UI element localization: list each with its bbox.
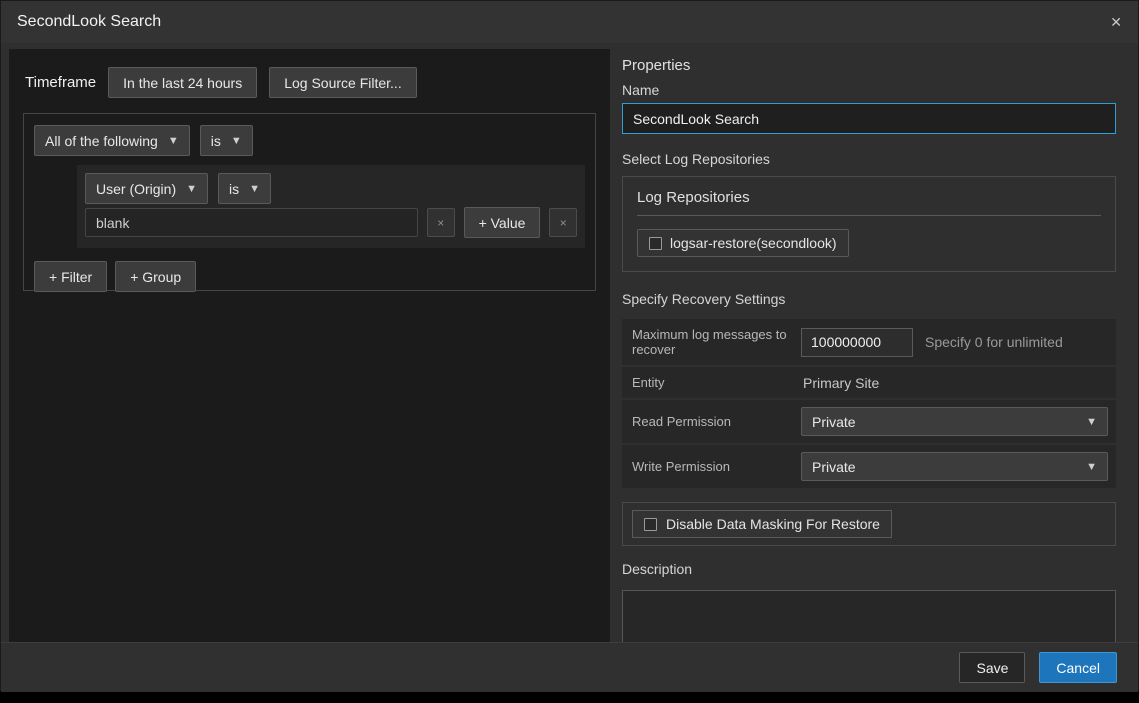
table-row: Write Permission Private ▼	[622, 445, 1116, 488]
data-masking-checkbox[interactable]	[644, 518, 657, 531]
log-repositories-header: Log Repositories	[637, 189, 1101, 216]
add-group-button[interactable]: + Group	[115, 261, 196, 292]
name-input[interactable]	[622, 103, 1116, 134]
group-condition-dropdown[interactable]: is ▼	[200, 125, 253, 156]
repo-list-item[interactable]: logsar-restore(secondlook)	[637, 229, 849, 257]
secondlook-search-dialog: SecondLook Search ✕ Timeframe In the las…	[0, 0, 1139, 691]
field-label: User (Origin)	[96, 181, 176, 197]
chevron-down-icon: ▼	[1086, 461, 1097, 473]
group-operator-dropdown[interactable]: All of the following ▼	[34, 125, 190, 156]
chevron-down-icon: ▼	[1086, 416, 1097, 428]
write-permission-cell: Private ▼	[797, 445, 1116, 488]
table-row: Maximum log messages to recover Specify …	[622, 319, 1116, 365]
dialog-title: SecondLook Search	[17, 13, 161, 31]
select-repos-label: Select Log Repositories	[622, 151, 1116, 167]
timeframe-label: Timeframe	[25, 74, 96, 91]
chevron-down-icon: ▼	[249, 183, 260, 195]
filter-actions: + Filter + Group	[34, 261, 585, 292]
group-operator-label: All of the following	[45, 133, 158, 149]
cancel-button[interactable]: Cancel	[1039, 652, 1117, 683]
data-masking-box: Disable Data Masking For Restore	[622, 502, 1116, 546]
description-label: Description	[622, 561, 1116, 577]
write-permission-dropdown[interactable]: Private ▼	[801, 452, 1108, 481]
chevron-down-icon: ▼	[168, 135, 179, 147]
repo-checkbox[interactable]	[649, 237, 662, 250]
repo-label: logsar-restore(secondlook)	[670, 235, 837, 251]
read-permission-value: Private	[812, 414, 856, 430]
max-messages-input[interactable]	[801, 328, 913, 357]
add-value-button[interactable]: + Value	[464, 207, 541, 238]
close-icon[interactable]: ✕	[1110, 15, 1122, 29]
read-permission-dropdown[interactable]: Private ▼	[801, 407, 1108, 436]
log-source-filter-button[interactable]: Log Source Filter...	[269, 67, 417, 98]
data-masking-label: Disable Data Masking For Restore	[666, 516, 880, 532]
dialog-footer: Save Cancel	[1, 642, 1138, 692]
recovery-settings-label: Specify Recovery Settings	[622, 291, 1116, 307]
title-bar: SecondLook Search ✕	[1, 1, 1138, 43]
max-messages-label: Maximum log messages to recover	[622, 319, 797, 365]
read-permission-label: Read Permission	[622, 400, 797, 443]
group-condition-label: is	[211, 133, 221, 149]
entity-label: Entity	[622, 367, 797, 398]
add-filter-button[interactable]: + Filter	[34, 261, 107, 292]
entity-value: Primary Site	[801, 375, 879, 391]
disable-data-masking-option[interactable]: Disable Data Masking For Restore	[632, 510, 892, 538]
query-builder-panel: Timeframe In the last 24 hours Log Sourc…	[9, 49, 610, 642]
filter-value-input[interactable]	[85, 208, 418, 237]
timeframe-row: Timeframe In the last 24 hours Log Sourc…	[9, 49, 610, 98]
filter-rule: User (Origin) ▼ is ▼ × + Value ×	[77, 165, 585, 248]
table-row: Read Permission Private ▼	[622, 400, 1116, 443]
filter-rule-value-row: × + Value ×	[85, 207, 577, 238]
filter-rule-header: User (Origin) ▼ is ▼	[85, 173, 577, 204]
filter-group-header: All of the following ▼ is ▼	[34, 125, 585, 156]
chevron-down-icon: ▼	[231, 135, 242, 147]
table-row: Entity Primary Site	[622, 367, 1116, 398]
chevron-down-icon: ▼	[186, 183, 197, 195]
field-dropdown[interactable]: User (Origin) ▼	[85, 173, 208, 204]
write-permission-value: Private	[812, 459, 856, 475]
remove-value-button[interactable]: ×	[427, 208, 455, 237]
filter-group-box: All of the following ▼ is ▼ User (Origin…	[23, 113, 596, 291]
log-repositories-box: Log Repositories logsar-restore(secondlo…	[622, 176, 1116, 272]
read-permission-cell: Private ▼	[797, 400, 1116, 443]
name-label: Name	[622, 82, 1116, 98]
write-permission-label: Write Permission	[622, 445, 797, 488]
field-condition-dropdown[interactable]: is ▼	[218, 173, 271, 204]
properties-panel: Properties Name Select Log Repositories …	[622, 57, 1116, 658]
properties-heading: Properties	[622, 57, 1116, 74]
max-messages-hint: Specify 0 for unlimited	[925, 334, 1063, 350]
entity-cell: Primary Site	[797, 368, 1116, 398]
max-messages-cell: Specify 0 for unlimited	[797, 321, 1116, 364]
timeframe-button[interactable]: In the last 24 hours	[108, 67, 257, 98]
recovery-settings-table: Maximum log messages to recover Specify …	[622, 319, 1116, 488]
save-button[interactable]: Save	[959, 652, 1025, 683]
remove-filter-button[interactable]: ×	[549, 208, 577, 237]
field-condition-label: is	[229, 181, 239, 197]
